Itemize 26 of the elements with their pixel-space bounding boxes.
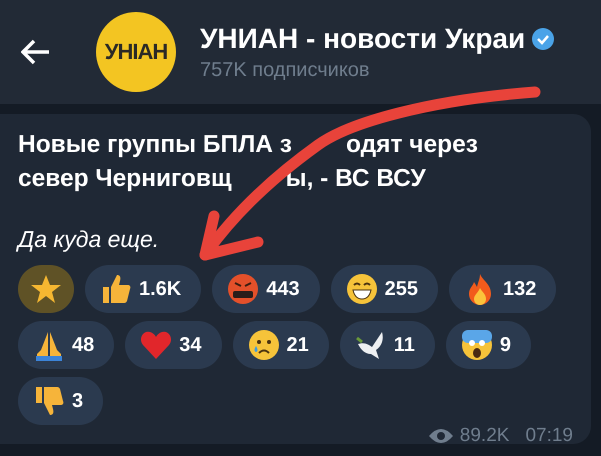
reaction-button[interactable]: [18, 265, 74, 313]
view-count: 89.2K: [460, 425, 510, 447]
post-headline: одят через: [346, 130, 478, 160]
angry-icon: [226, 272, 260, 306]
post-time: 07:19: [525, 425, 573, 447]
channel-title: УНИАН - новости Украи: [200, 22, 526, 54]
back-arrow-icon: [21, 39, 51, 65]
reaction-button[interactable]: 34: [125, 321, 222, 369]
post-headline: Новые группы БПЛА з: [18, 130, 292, 160]
post-headline: север Черниговщ: [18, 164, 232, 194]
reaction-button[interactable]: 255: [330, 265, 438, 313]
scream-icon: [460, 328, 494, 362]
channel-logo: УНІАН: [96, 12, 176, 92]
reaction-button[interactable]: 48: [18, 321, 114, 369]
reaction-button[interactable]: 132: [449, 265, 556, 313]
post-comment: Да куда еще.: [18, 226, 160, 253]
post-headline: ы, - ВС ВСУ: [286, 164, 426, 194]
reaction-button[interactable]: 3: [18, 377, 104, 425]
reaction-button[interactable]: 21: [232, 321, 329, 369]
grin-icon: [344, 272, 379, 306]
crying-icon: [246, 328, 280, 362]
subscriber-count: 757K подписчиков: [200, 58, 371, 82]
reaction-button[interactable]: 443: [212, 265, 320, 313]
reaction-button[interactable]: 11: [340, 321, 435, 369]
reaction-button[interactable]: 9: [446, 321, 532, 369]
reaction-button[interactable]: 1.6K: [85, 265, 202, 313]
